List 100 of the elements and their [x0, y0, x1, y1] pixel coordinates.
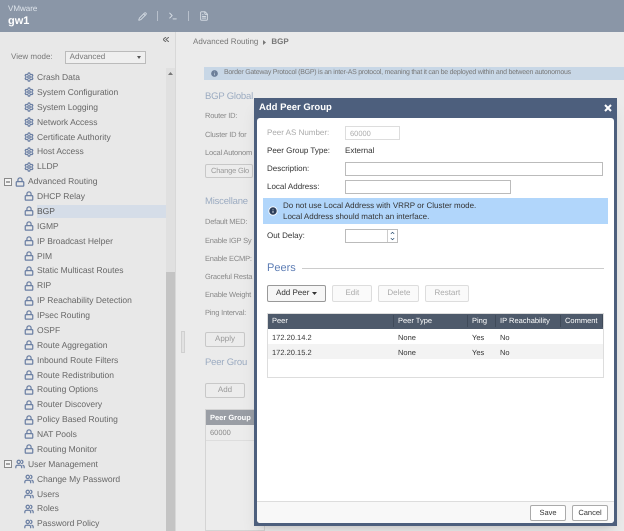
field-label: Peer Group Type:: [267, 145, 331, 157]
collapse-icon[interactable]: [4, 460, 12, 468]
tree-item[interactable]: Policy Based Routing: [37, 413, 122, 426]
field-label: Out Delay:: [267, 230, 306, 242]
hostname: gw1: [8, 14, 30, 28]
tree-item[interactable]: Advanced Routing: [28, 175, 102, 188]
tree-item[interactable]: Crash Data: [37, 71, 84, 84]
tree-item[interactable]: System Logging: [37, 100, 102, 114]
tree-item[interactable]: Users: [37, 488, 64, 500]
brand-label: VMware: [8, 4, 38, 14]
gear-icon: [24, 87, 34, 98]
tree-item[interactable]: OSPF: [37, 324, 64, 337]
field-value: External: [345, 145, 374, 157]
lock-icon: [15, 176, 25, 187]
gear-icon: [24, 146, 34, 157]
gear-icon: [24, 132, 34, 142]
field-label: Description:: [267, 163, 310, 175]
tree-item[interactable]: IP Broadcast Helper: [37, 234, 117, 248]
input-field[interactable]: [345, 162, 603, 176]
info-icon: [210, 69, 219, 78]
users-icon: [24, 504, 34, 514]
field-label: Peer AS Number:: [267, 127, 330, 139]
lock-icon: [24, 250, 34, 261]
gear-icon: [24, 117, 34, 128]
breadcrumb-current: BGP: [271, 36, 289, 48]
tree-item[interactable]: RIP: [37, 279, 56, 292]
tree-item[interactable]: System Configuration: [37, 86, 122, 99]
lock-icon: [24, 236, 34, 246]
lock-icon: [24, 191, 34, 202]
gear-icon: [24, 102, 34, 112]
lock-icon: [24, 340, 34, 350]
tree-item[interactable]: Routing Options: [37, 383, 102, 396]
tree-item[interactable]: Route Aggregation: [37, 338, 112, 352]
lock-icon: [24, 355, 34, 366]
collapse-icon[interactable]: [4, 178, 12, 186]
alert-text: Do not use Local Address with VRRP or Cluster mode.: [283, 200, 476, 211]
tree-item[interactable]: IP Reachability Detection: [37, 294, 136, 307]
section-title: Peers: [267, 261, 296, 276]
toolbar-button[interactable]: Add Peer: [267, 284, 326, 302]
section-title: BGP Global: [205, 90, 253, 104]
lock-icon: [24, 429, 34, 440]
lock-icon: [24, 221, 34, 232]
page-button[interactable]: Add: [205, 382, 245, 398]
page-button[interactable]: Apply: [205, 332, 245, 346]
gear-icon: [24, 162, 34, 172]
tree-item[interactable]: Static Multicast Routes: [37, 264, 128, 278]
input-field[interactable]: [345, 180, 511, 194]
up-icon[interactable]: [388, 230, 397, 236]
section-title: Miscellane: [205, 194, 248, 209]
terminal-icon[interactable]: [168, 11, 178, 21]
tree-item[interactable]: LLDP: [37, 160, 62, 174]
tree-item[interactable]: IGMP: [37, 220, 63, 233]
view-mode-dropdown[interactable]: Advanced: [64, 50, 146, 64]
tree-item[interactable]: Route Redistribution: [37, 368, 118, 382]
lock-icon: [24, 296, 34, 306]
users-icon: [15, 459, 25, 470]
lock-icon: [24, 444, 34, 454]
info-icon: [268, 206, 278, 216]
gear-icon: [24, 72, 34, 82]
scrollbar[interactable]: [166, 68, 175, 531]
users-icon: [24, 518, 34, 529]
lock-icon: [24, 206, 34, 216]
tree-item[interactable]: Network Access: [37, 116, 102, 128]
chevron-icon: [263, 40, 266, 45]
tree-item[interactable]: NAT Pools: [37, 428, 81, 441]
lock-icon: [24, 414, 34, 425]
lock-icon: [24, 266, 34, 276]
tree-item[interactable]: Inbound Route Filters: [37, 354, 122, 366]
tree-item[interactable]: User Management: [28, 458, 102, 471]
tree-item[interactable]: Password Policy: [37, 517, 104, 530]
lock-icon: [24, 280, 34, 291]
lock-icon: [24, 325, 34, 336]
caret-icon: [136, 56, 141, 58]
lock-icon: [24, 310, 34, 320]
users-icon: [24, 474, 34, 484]
pencil-icon[interactable]: [138, 12, 147, 20]
field-label: Local Address:: [267, 181, 320, 193]
tree-item[interactable]: BGP: [37, 204, 166, 218]
tree-item[interactable]: IPsec Routing: [37, 309, 94, 322]
close-icon[interactable]: [604, 104, 612, 112]
tree-item[interactable]: Change My Password: [37, 472, 124, 486]
down-icon[interactable]: [388, 236, 397, 242]
tree-item[interactable]: Routing Monitor: [37, 442, 102, 456]
tree-item[interactable]: Host Access: [37, 145, 88, 158]
document-icon[interactable]: [199, 11, 209, 21]
tree-item[interactable]: Certificate Authority: [37, 130, 115, 144]
lock-icon: [24, 384, 34, 395]
section-title: Peer Grou: [205, 356, 248, 370]
lock-icon: [24, 400, 34, 410]
alert-text: Local Address should match an interface.: [283, 211, 430, 222]
scroll-up-icon[interactable]: [168, 72, 173, 75]
tree-item[interactable]: Router Discovery: [37, 398, 106, 412]
tree-item[interactable]: DHCP Relay: [37, 190, 90, 203]
collapse-sidebar-icon[interactable]: [163, 36, 169, 42]
breadcrumb-link[interactable]: Advanced Routing: [193, 36, 258, 48]
tree-item[interactable]: PIM: [37, 250, 56, 262]
view-mode-label: View mode:: [11, 51, 53, 63]
tree-item[interactable]: Roles: [37, 502, 63, 516]
lock-icon: [24, 370, 34, 380]
dialog-title: Add Peer Group: [259, 100, 332, 115]
